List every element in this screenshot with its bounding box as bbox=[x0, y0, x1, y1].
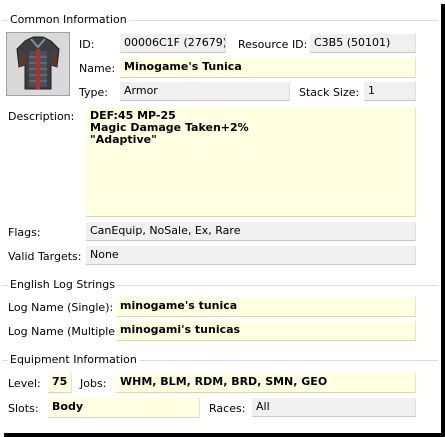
window-shadow-bottom bbox=[4, 433, 445, 437]
log-name-single-label: Log Name (Single): bbox=[8, 301, 114, 314]
description-field[interactable]: DEF:45 MP-25 Magic Damage Taken+2% "Adap… bbox=[86, 107, 416, 217]
slots-field[interactable]: Body bbox=[48, 398, 200, 418]
resource-id-field[interactable]: C3B5 (50101) bbox=[310, 34, 416, 53]
english-log-strings-title: English Log Strings bbox=[8, 278, 117, 292]
type-label: Type: bbox=[79, 86, 108, 99]
level-field[interactable]: 75 bbox=[48, 373, 72, 393]
description-label: Description: bbox=[8, 110, 75, 123]
log-name-multiple-label: Log Name (Multiple): bbox=[8, 325, 124, 338]
id-field[interactable]: 00006C1F (27679) bbox=[120, 34, 226, 53]
stack-size-field[interactable]: 1 bbox=[364, 82, 416, 101]
equipment-information-title: Equipment Information bbox=[8, 353, 139, 367]
flags-label: Flags: bbox=[8, 226, 41, 239]
name-field[interactable]: Minogame's Tunica bbox=[120, 58, 416, 78]
flags-field[interactable]: CanEquip, NoSale, Ex, Rare bbox=[86, 222, 416, 241]
tunica-armor-icon bbox=[6, 32, 70, 96]
jobs-label: Jobs: bbox=[80, 377, 107, 390]
log-name-multiple-field[interactable]: minogami's tunicas bbox=[116, 321, 416, 341]
races-field[interactable]: All bbox=[252, 398, 416, 417]
type-field[interactable]: Armor bbox=[120, 82, 290, 101]
resource-id-label: Resource ID: bbox=[238, 38, 308, 51]
slots-label: Slots: bbox=[8, 402, 39, 415]
valid-targets-field[interactable]: None bbox=[86, 246, 416, 265]
level-label: Level: bbox=[8, 377, 41, 390]
valid-targets-label: Valid Targets: bbox=[8, 250, 82, 263]
window-shadow-right bbox=[441, 4, 445, 437]
id-label: ID: bbox=[79, 38, 95, 51]
name-label: Name: bbox=[79, 62, 116, 75]
log-name-single-field[interactable]: minogame's tunica bbox=[116, 297, 416, 317]
item-info-panel: Common Information ID: 00006C1F (27679) … bbox=[0, 0, 441, 433]
common-information-title: Common Information bbox=[8, 13, 129, 27]
equipment-information-group: Equipment Information bbox=[2, 353, 438, 429]
jobs-field[interactable]: WHM, BLM, RDM, BRD, SMN, GEO bbox=[116, 373, 416, 393]
races-label: Races: bbox=[209, 402, 246, 415]
stack-size-label: Stack Size: bbox=[299, 86, 360, 99]
